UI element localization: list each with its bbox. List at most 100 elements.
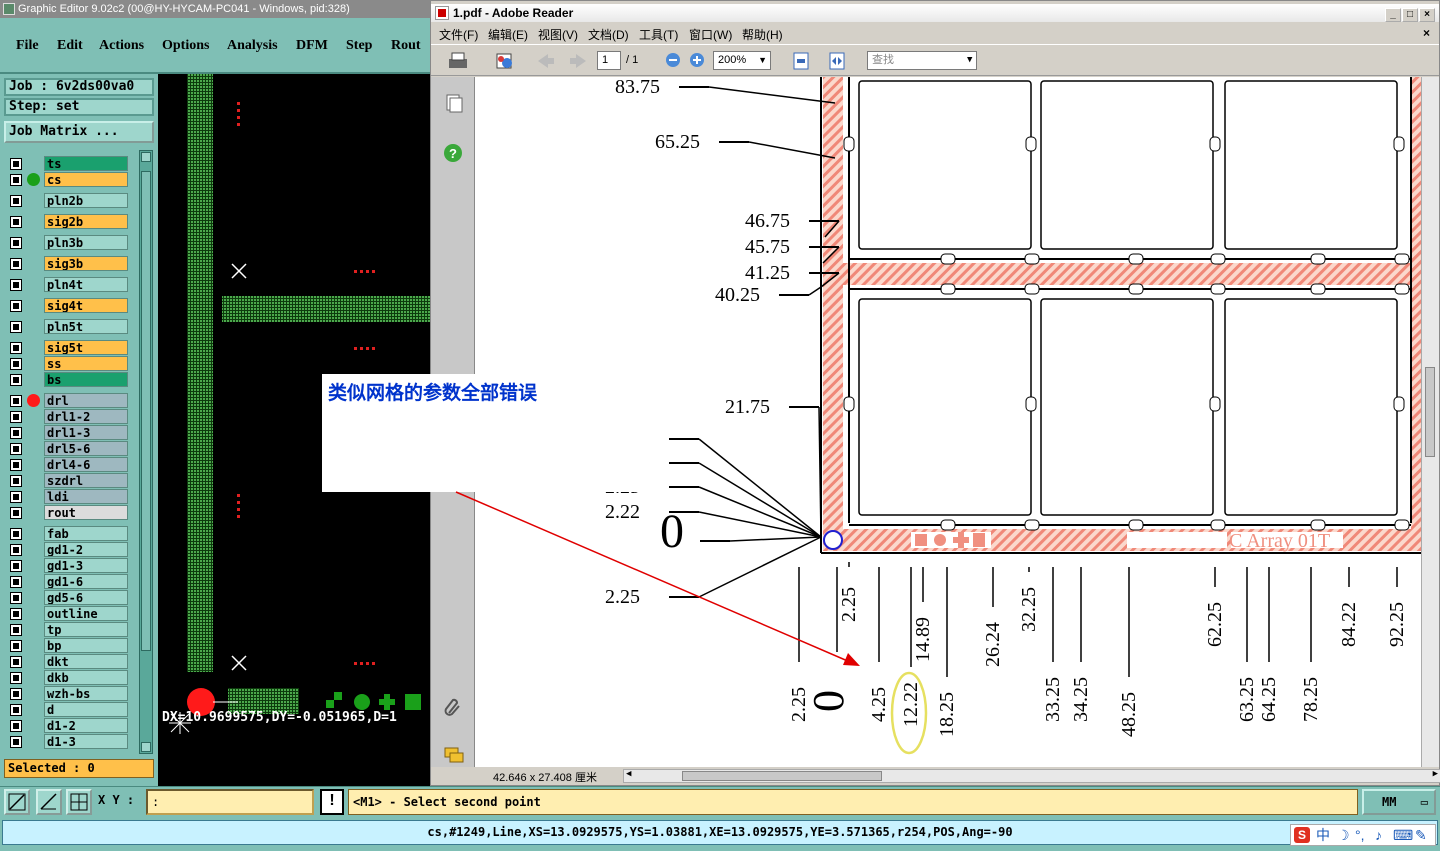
layer-checkbox[interactable] <box>10 624 22 636</box>
layer-row-bp[interactable]: bp <box>6 638 128 653</box>
ar-menu-edit[interactable]: 编辑(E) <box>488 26 528 43</box>
scroll-thumb[interactable] <box>141 171 151 651</box>
layer-row-pln5t[interactable]: pln5t <box>6 319 128 334</box>
grid-snap-button[interactable] <box>66 789 92 815</box>
ar-vertical-scrollbar[interactable] <box>1421 77 1439 767</box>
menu-rout[interactable]: Rout <box>391 38 421 54</box>
layer-row-rout[interactable]: rout <box>6 505 128 520</box>
layer-checkbox[interactable] <box>10 459 22 471</box>
layer-checkbox[interactable] <box>10 395 22 407</box>
layer-row-outline[interactable]: outline <box>6 606 128 621</box>
fit-width-icon[interactable] <box>827 51 847 71</box>
layer-row-gd1-3[interactable]: gd1-3 <box>6 558 128 573</box>
layer-row-d1-3[interactable]: d1-3 <box>6 734 128 749</box>
layer-checkbox[interactable] <box>10 374 22 386</box>
layer-checkbox[interactable] <box>10 475 22 487</box>
ar-menu-document[interactable]: 文档(D) <box>588 26 629 43</box>
layer-row-wzh-bs[interactable]: wzh-bs <box>6 686 128 701</box>
print-icon[interactable] <box>447 51 469 71</box>
layer-checkbox[interactable] <box>10 736 22 748</box>
layer-row-sig3b[interactable]: sig3b <box>6 256 128 271</box>
collaborate-icon[interactable] <box>493 51 515 71</box>
layer-checkbox[interactable] <box>10 195 22 207</box>
ar-horizontal-scrollbar[interactable]: ◀ ▶ <box>623 769 1440 783</box>
ime-mode[interactable]: 中 <box>1316 825 1330 845</box>
measure-button[interactable] <box>36 789 62 815</box>
close-icon[interactable]: × <box>1419 8 1435 22</box>
layer-row-d[interactable]: d <box>6 702 128 717</box>
layer-row-sig2b[interactable]: sig2b <box>6 214 128 229</box>
job-matrix-button[interactable]: Job Matrix ... <box>4 121 154 143</box>
layer-row-d1-2[interactable]: d1-2 <box>6 718 128 733</box>
layer-checkbox[interactable] <box>10 491 22 503</box>
layer-row-tp[interactable]: tp <box>6 622 128 637</box>
ar-scroll-thumb[interactable] <box>1425 367 1435 457</box>
ar-menu-help[interactable]: 帮助(H) <box>742 26 783 43</box>
layer-checkbox[interactable] <box>10 688 22 700</box>
layer-checkbox[interactable] <box>10 258 22 270</box>
layer-checkbox[interactable] <box>10 300 22 312</box>
layer-checkbox[interactable] <box>10 158 22 170</box>
next-page-icon[interactable] <box>568 52 588 70</box>
layer-checkbox[interactable] <box>10 704 22 716</box>
menu-edit[interactable]: Edit <box>57 38 83 54</box>
layer-checkbox[interactable] <box>10 427 22 439</box>
scroll-left-icon[interactable]: ◀ <box>626 769 631 779</box>
layer-checkbox[interactable] <box>10 216 22 228</box>
layer-row-bs[interactable]: bs <box>6 372 128 387</box>
layer-checkbox[interactable] <box>10 358 22 370</box>
zoom-out-icon[interactable] <box>665 52 681 68</box>
pages-icon[interactable] <box>445 93 463 113</box>
ime-toolbar[interactable]: S 中 ☽ °, ♪ ⌨ ✎ <box>1290 824 1436 846</box>
ar-menu-tools[interactable]: 工具(T) <box>639 26 678 43</box>
moon-icon[interactable]: ☽ <box>1337 825 1350 845</box>
layer-row-gd5-6[interactable]: gd5-6 <box>6 590 128 605</box>
layer-checkbox[interactable] <box>10 528 22 540</box>
xy-input[interactable]: : <box>146 789 314 815</box>
comments-icon[interactable] <box>443 745 465 765</box>
keyboard-icon[interactable]: ⌨ <box>1393 825 1413 845</box>
search-input[interactable]: 查找 <box>867 51 977 70</box>
layer-checkbox[interactable] <box>10 544 22 556</box>
layer-row-drl[interactable]: drl <box>6 393 128 408</box>
layer-row-gd1-6[interactable]: gd1-6 <box>6 574 128 589</box>
attachment-icon[interactable] <box>443 697 463 717</box>
layer-checkbox[interactable] <box>10 279 22 291</box>
ar-hscroll-thumb[interactable] <box>682 771 882 781</box>
layer-row-sig4t[interactable]: sig4t <box>6 298 128 313</box>
layer-row-pln3b[interactable]: pln3b <box>6 235 128 250</box>
layer-checkbox[interactable] <box>10 608 22 620</box>
page-number-input[interactable]: 1 <box>597 51 621 70</box>
layer-row-pln4t[interactable]: pln4t <box>6 277 128 292</box>
layer-checkbox[interactable] <box>10 656 22 668</box>
ar-menu-file[interactable]: 文件(F) <box>439 26 478 43</box>
zoom-select[interactable]: 200% ▼ <box>713 51 771 70</box>
menu-dfm[interactable]: DFM <box>296 38 328 54</box>
layer-checkbox[interactable] <box>10 321 22 333</box>
doc-close-icon[interactable]: × <box>1423 26 1430 40</box>
layer-row-pln2b[interactable]: pln2b <box>6 193 128 208</box>
layer-scrollbar[interactable] <box>139 150 153 754</box>
minimize-icon[interactable]: _ <box>1385 8 1401 22</box>
fit-page-icon[interactable] <box>791 51 811 71</box>
scroll-right-icon[interactable]: ▶ <box>1433 769 1438 779</box>
layer-checkbox[interactable] <box>10 174 22 186</box>
layer-row-drl4-6[interactable]: drl4-6 <box>6 457 128 472</box>
prev-page-icon[interactable] <box>536 52 556 70</box>
ar-menu-view[interactable]: 视图(V) <box>538 26 578 43</box>
layer-checkbox[interactable] <box>10 560 22 572</box>
layer-row-cs[interactable]: cs <box>6 172 128 187</box>
maximize-icon[interactable]: □ <box>1402 8 1418 22</box>
menu-actions[interactable]: Actions <box>99 38 144 54</box>
layer-checkbox[interactable] <box>10 507 22 519</box>
menu-options[interactable]: Options <box>162 38 209 54</box>
layer-checkbox[interactable] <box>10 640 22 652</box>
layer-row-ldi[interactable]: ldi <box>6 489 128 504</box>
units-select[interactable]: MM ▭ <box>1362 789 1436 815</box>
layer-row-szdrl[interactable]: szdrl <box>6 473 128 488</box>
menu-file[interactable]: File <box>16 38 39 54</box>
layer-row-drl1-2[interactable]: drl1-2 <box>6 409 128 424</box>
layer-row-fab[interactable]: fab <box>6 526 128 541</box>
layer-row-gd1-2[interactable]: gd1-2 <box>6 542 128 557</box>
layer-row-dkb[interactable]: dkb <box>6 670 128 685</box>
